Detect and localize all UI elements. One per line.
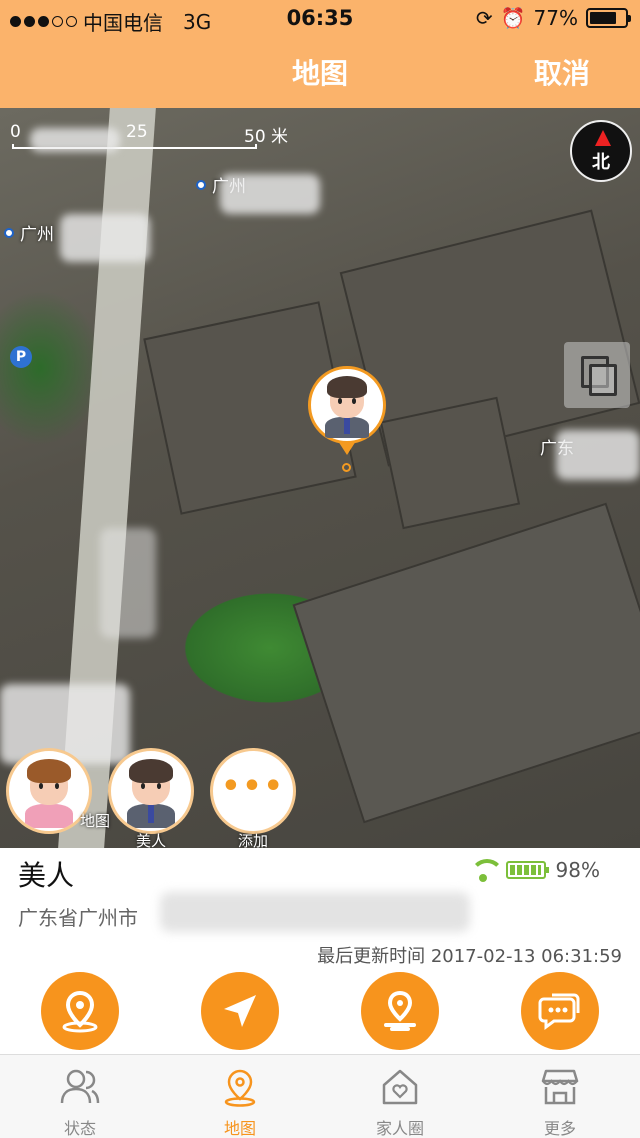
location-pin-icon	[62, 990, 98, 1033]
redacted-blur	[220, 174, 320, 214]
member-avatar-2[interactable]	[108, 748, 194, 834]
chat-button[interactable]	[521, 972, 599, 1050]
map-building	[379, 396, 521, 530]
people-icon	[60, 1069, 100, 1104]
device-battery-percent: 98%	[555, 858, 600, 882]
alarm-icon: ⏰	[500, 6, 526, 30]
redacted-blur	[30, 128, 120, 152]
avatar	[111, 751, 191, 831]
cancel-button[interactable]: 取消	[534, 52, 590, 92]
top-bar: 中国电信 3G 06:35 ⟳ ⏰ 77% 地图 取消	[0, 0, 640, 108]
redacted-blur	[160, 892, 470, 932]
tab-label: 更多	[543, 1119, 576, 1138]
tab-status[interactable]: 状态	[0, 1055, 160, 1138]
wifi-icon	[469, 859, 504, 882]
member-location-marker[interactable]	[308, 366, 386, 444]
redacted-blur	[100, 528, 156, 638]
poi-pin-icon	[4, 227, 14, 238]
satellite-map[interactable]: 0 25 50 米 广州 广州 广东 P 北 地图 美人 ••• 添加	[0, 108, 640, 848]
tab-family-circle[interactable]: 家人圈	[320, 1055, 480, 1138]
home-heart-icon	[382, 1069, 418, 1105]
rotation-lock-icon: ⟳	[475, 6, 493, 30]
redacted-blur	[556, 430, 640, 480]
chat-icon	[538, 993, 580, 1030]
redacted-blur	[60, 214, 150, 262]
tab-label: 状态	[63, 1119, 96, 1138]
member-address: 广东省广州市	[18, 906, 138, 930]
status-bar: 中国电信 3G 06:35 ⟳ ⏰ 77%	[0, 0, 640, 38]
last-update-time: 最后更新时间 2017-02-13 06:31:59	[317, 946, 622, 967]
tab-label: 家人圈	[375, 1119, 424, 1138]
track-button[interactable]	[361, 972, 439, 1050]
tab-map[interactable]: 地图	[160, 1055, 320, 1138]
member-label: 美人	[135, 832, 166, 848]
map-building	[292, 502, 640, 824]
add-member-label: 添加	[237, 832, 268, 848]
more-dots-icon: •••	[221, 768, 285, 804]
map-layer-button[interactable]	[564, 342, 630, 408]
tab-bar: 状态 地图 家人圈 更多	[0, 1054, 640, 1138]
compass-icon[interactable]: 北	[570, 120, 632, 182]
map-poi[interactable]: 广州	[4, 220, 54, 245]
locate-button[interactable]	[41, 972, 119, 1050]
track-route-icon	[384, 990, 416, 1031]
poi-pin-icon	[196, 179, 206, 190]
battery-percent: 77%	[533, 6, 578, 30]
tab-label: 地图	[223, 1119, 256, 1138]
navigation-arrow-icon	[224, 995, 256, 1027]
location-dot	[342, 463, 351, 472]
parking-icon: P	[10, 346, 32, 368]
tab-more[interactable]: 更多	[480, 1055, 640, 1138]
member-name: 美人	[18, 859, 75, 892]
map-pin-icon	[224, 1069, 256, 1107]
device-status: 98%	[469, 858, 600, 882]
add-member-button[interactable]: •••	[210, 748, 296, 834]
battery-icon	[586, 8, 631, 28]
store-icon	[541, 1069, 579, 1105]
device-battery-icon	[505, 861, 549, 879]
navigate-button[interactable]	[201, 972, 279, 1050]
avatar	[311, 369, 383, 441]
marker-pointer	[338, 441, 356, 455]
